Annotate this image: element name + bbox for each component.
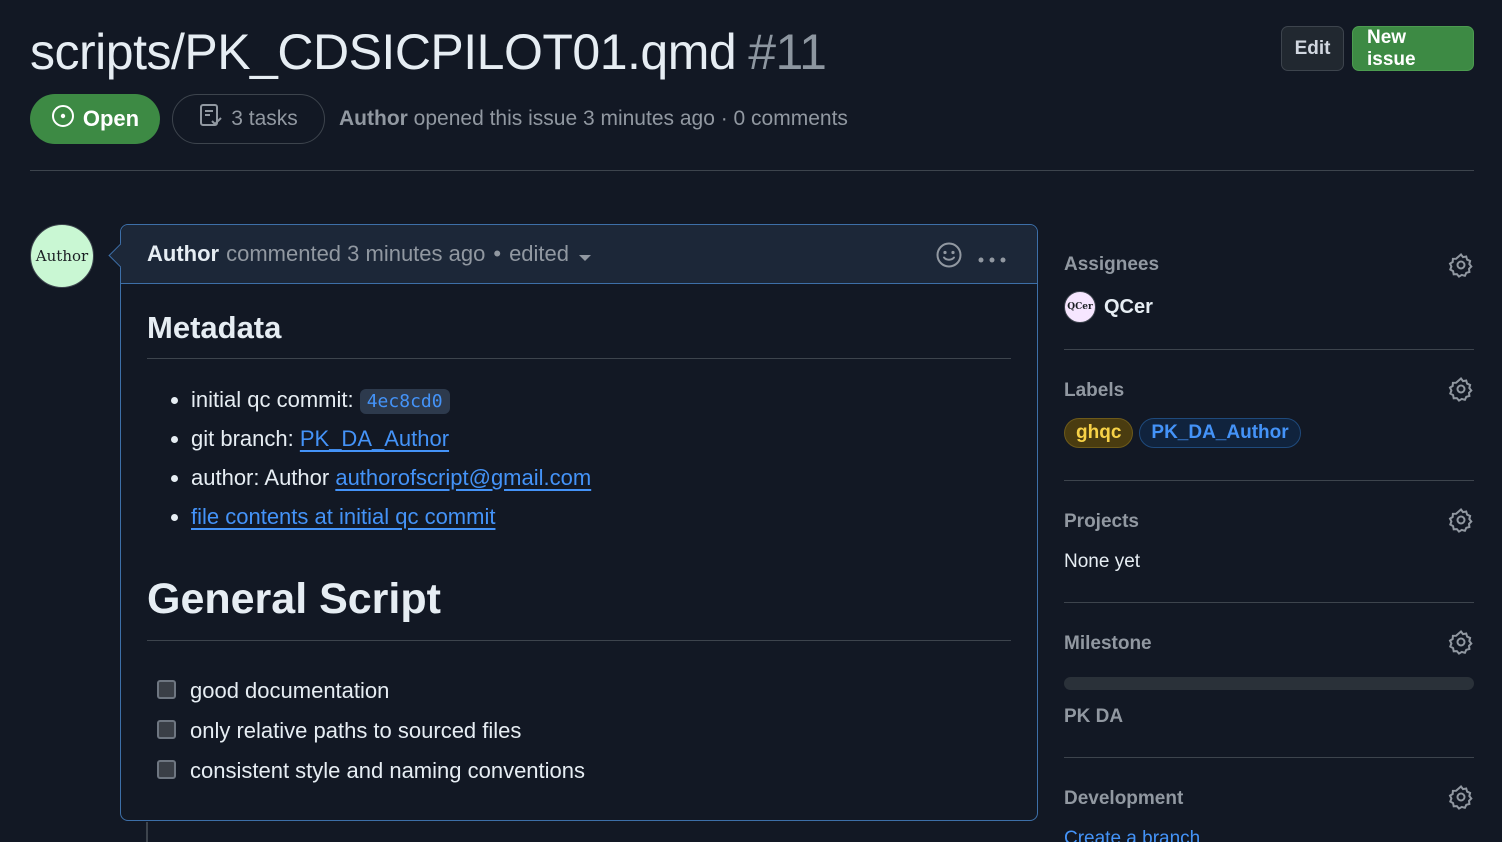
- kebab-horizontal-icon[interactable]: [977, 245, 1007, 271]
- projects-value: None yet: [1064, 551, 1141, 572]
- separator-dot: •: [493, 241, 502, 266]
- section-heading: General Script: [147, 575, 1011, 641]
- task-label: consistent style and naming conventions: [190, 758, 586, 783]
- opened-author[interactable]: Author: [339, 107, 408, 130]
- tasks-button[interactable]: 3 tasks: [172, 94, 325, 144]
- task-item: consistent style and naming conventions: [157, 751, 1011, 791]
- task-label: good documentation: [190, 678, 390, 703]
- metadata-heading: Metadata: [147, 310, 1011, 359]
- timeline-line: [146, 822, 148, 842]
- development-title: Development: [1064, 788, 1184, 809]
- task-label: only relative paths to sourced files: [190, 718, 522, 743]
- metadata-prefix: author: Author: [191, 465, 336, 490]
- metadata-prefix: initial qc commit:: [191, 387, 360, 412]
- email-link[interactable]: authorofscript@gmail.com: [335, 465, 591, 490]
- development-section: Development Create a branch: [1064, 758, 1474, 842]
- label-badge[interactable]: PK_DA_Author: [1139, 418, 1301, 448]
- labels-list: ghqc PK_DA_Author: [1064, 418, 1301, 448]
- edit-button[interactable]: Edit: [1281, 26, 1344, 71]
- avatar[interactable]: Author: [30, 224, 94, 288]
- labels-section: Labels ghqc PK_DA_Author: [1064, 350, 1474, 481]
- metadata-list: initial qc commit: 4ec8cd0 git branch: P…: [147, 385, 1011, 541]
- branch-link[interactable]: PK_DA_Author: [300, 426, 449, 451]
- tasks-label: 3 tasks: [231, 107, 298, 130]
- gear-icon[interactable]: [1448, 376, 1474, 407]
- state-label: Open: [82, 106, 140, 131]
- projects-section: Projects None yet: [1064, 481, 1474, 603]
- labels-title: Labels: [1064, 380, 1125, 401]
- header-divider: [30, 170, 1474, 171]
- comment-body: Metadata initial qc commit: 4ec8cd0 git …: [121, 284, 1037, 791]
- list-item: author: Author authorofscript@gmail.com: [191, 463, 1011, 502]
- edited-label: edited: [509, 241, 570, 266]
- smiley-icon[interactable]: [935, 241, 963, 275]
- assignee-name: QCer: [1104, 295, 1153, 318]
- task-checkbox[interactable]: [157, 759, 176, 779]
- list-item: git branch: PK_DA_Author: [191, 424, 1011, 463]
- commit-link[interactable]: 4ec8cd0: [359, 389, 450, 414]
- file-contents-link[interactable]: file contents at initial qc commit: [191, 504, 495, 529]
- create-branch-link[interactable]: Create a branch: [1064, 828, 1200, 842]
- gear-icon[interactable]: [1448, 507, 1474, 538]
- task-checklist: good documentation only relative paths t…: [147, 671, 1011, 791]
- opened-info: Author opened this issue 3 minutes ago ·…: [339, 107, 848, 131]
- milestone-progress: [1064, 677, 1474, 690]
- opened-text: opened this issue 3 minutes ago · 0 comm…: [413, 107, 848, 130]
- assignees-section: Assignees QCer QCer: [1064, 224, 1474, 350]
- assignees-title: Assignees: [1064, 254, 1160, 275]
- header-actions: Edit New issue: [1281, 26, 1474, 71]
- edited-dropdown[interactable]: edited: [509, 241, 592, 267]
- task-item: good documentation: [157, 671, 1011, 711]
- comment-author[interactable]: Author: [147, 241, 219, 267]
- milestone-title: Milestone: [1064, 633, 1152, 654]
- triangle-down-icon: [579, 255, 592, 261]
- list-item: file contents at initial qc commit: [191, 502, 1011, 541]
- label-badge[interactable]: ghqc: [1064, 418, 1134, 448]
- comment-actions: [935, 241, 1007, 275]
- comment-meta: commented 3 minutes ago: [226, 241, 486, 266]
- task-checkbox[interactable]: [157, 679, 176, 699]
- issue-comment: Author commented 3 minutes ago • edited …: [120, 224, 1038, 821]
- gear-icon[interactable]: [1448, 784, 1474, 815]
- state-badge: Open: [30, 94, 160, 144]
- metadata-prefix: git branch:: [191, 426, 300, 451]
- issue-meta: Open 3 tasks Author opened this issue 3 …: [30, 94, 848, 144]
- issue-number: #11: [748, 24, 827, 80]
- list-item: initial qc commit: 4ec8cd0: [191, 385, 1011, 424]
- comment-header: Author commented 3 minutes ago • edited: [121, 225, 1037, 284]
- issue-title: scripts/PK_CDSICPILOT01.qmd: [30, 24, 737, 80]
- gear-icon[interactable]: [1448, 252, 1474, 283]
- milestone-link[interactable]: PK DA: [1064, 706, 1123, 728]
- gear-icon[interactable]: [1448, 629, 1474, 660]
- tasklist-icon: [199, 103, 223, 135]
- projects-title: Projects: [1064, 511, 1139, 532]
- issue-header: scripts/PK_CDSICPILOT01.qmd #11 Edit New…: [30, 22, 1474, 82]
- issue-sidebar: Assignees QCer QCer Labels ghqc PK_DA_Au…: [1064, 224, 1474, 842]
- task-checkbox[interactable]: [157, 719, 176, 739]
- task-item: only relative paths to sourced files: [157, 711, 1011, 751]
- issue-opened-icon: [51, 104, 75, 134]
- assignee[interactable]: QCer QCer: [1064, 291, 1153, 323]
- new-issue-button[interactable]: New issue: [1352, 26, 1474, 71]
- avatar: QCer: [1064, 291, 1096, 323]
- milestone-section: Milestone PK DA: [1064, 603, 1474, 758]
